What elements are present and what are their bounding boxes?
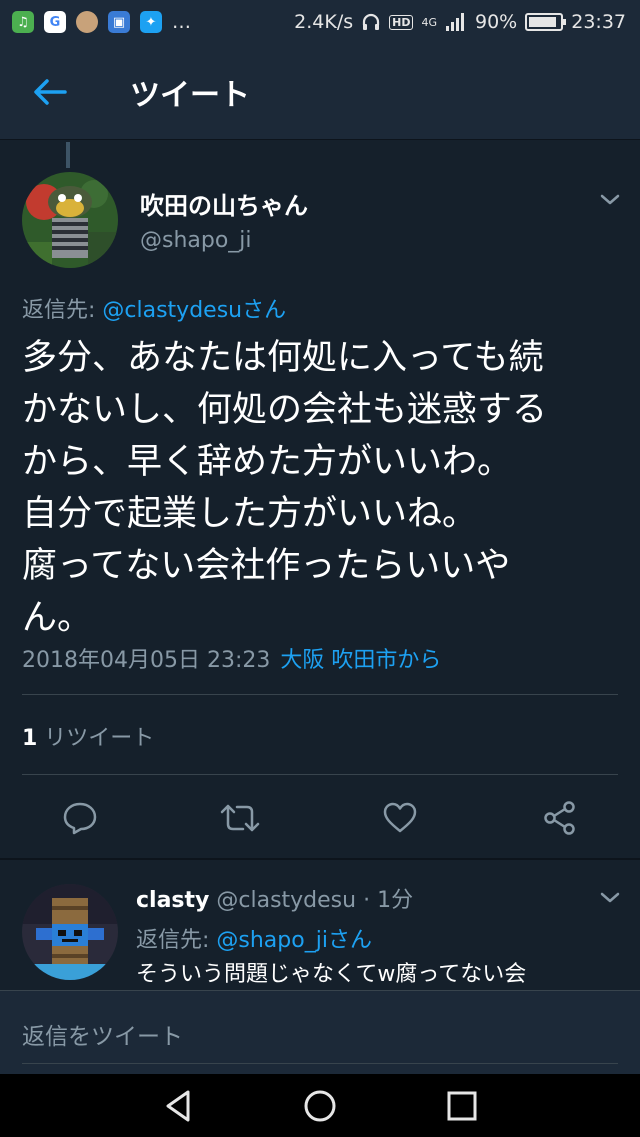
divider: [22, 694, 618, 695]
user-name[interactable]: 吹田の山ちゃん: [140, 186, 308, 221]
avatar[interactable]: [22, 172, 118, 268]
hd-badge: HD: [389, 14, 414, 30]
page-title: ツイート: [130, 77, 250, 113]
headphone-app-icon: ♫: [12, 11, 34, 33]
arrow-left-icon: [34, 78, 67, 105]
reply-icon: [63, 802, 97, 835]
retweet-button[interactable]: [218, 798, 262, 838]
retweet-count: 1: [22, 726, 38, 751]
battery-percent: 90%: [475, 11, 518, 33]
reply-meta: @clastydesu · 1分: [209, 888, 414, 913]
avatar-app-icon: [76, 11, 98, 33]
network-speed: 2.4K/s: [294, 11, 354, 33]
reply-input[interactable]: 返信をツイート: [22, 1017, 183, 1051]
user-handle[interactable]: @shapo_ji: [140, 228, 252, 253]
headset-icon: [363, 13, 380, 30]
share-icon: [544, 801, 575, 835]
chevron-down-icon[interactable]: [596, 190, 624, 210]
navigation-bar: [0, 1074, 640, 1137]
nav-back-icon[interactable]: [158, 1086, 198, 1126]
tweet-location[interactable]: 大阪 吹田市から: [280, 648, 441, 673]
reply-reply-to-prefix: 返信先:: [136, 928, 217, 953]
divider: [22, 774, 618, 775]
reply-user-name[interactable]: clasty: [136, 888, 209, 913]
tweet-datetime: 2018年04月05日 23:23: [22, 648, 271, 673]
reply-text: そういう問題じゃなくてw腐ってない会: [136, 962, 527, 987]
clock: 23:37: [571, 11, 626, 33]
reply-compose-bar: 返信をツイート: [0, 990, 640, 1074]
like-button[interactable]: [378, 798, 422, 838]
chevron-down-icon[interactable]: [596, 888, 624, 908]
signal-icon: [446, 13, 464, 31]
reply-to-mention[interactable]: @clastydesuさん: [102, 298, 286, 323]
gallery-icon: ▣: [108, 11, 130, 33]
nav-recents-icon[interactable]: [442, 1086, 482, 1126]
network-type: 4G: [421, 15, 437, 29]
reply-reply-to: 返信先: @shapo_jiさん: [136, 922, 372, 954]
avatar-image: [22, 172, 118, 268]
tweet-actions: [0, 792, 640, 844]
reply-reply-to-mention[interactable]: @shapo_jiさん: [216, 928, 372, 953]
section-separator: [0, 858, 640, 860]
compose-underline: [22, 1063, 618, 1064]
notification-icons: ♫ G ▣ ✦ …: [12, 11, 191, 33]
retweet-icon: [220, 804, 260, 832]
more-notifications-icon: …: [172, 11, 191, 33]
reply-avatar-image: [22, 884, 118, 980]
status-bar: ♫ G ▣ ✦ … 2.4K/s HD 4G 90% 23:37: [0, 0, 640, 44]
battery-icon: [525, 13, 567, 31]
retweet-label: リツイート: [37, 726, 155, 751]
reply-avatar[interactable]: [22, 884, 118, 980]
retweet-stats[interactable]: 1 リツイート: [22, 720, 154, 752]
reply-to: 返信先: @clastydesuさん: [22, 292, 286, 324]
heart-icon: [383, 802, 417, 833]
tweet-meta: 2018年04月05日 23:23 大阪 吹田市から: [22, 642, 441, 674]
reply-button[interactable]: [58, 798, 102, 838]
twitter-icon: ✦: [140, 11, 162, 33]
back-button[interactable]: [0, 44, 100, 140]
tweet-text: 多分、あなたは何処に入っても続 かないし、何処の会社も迷惑する から、早く辞めた…: [22, 338, 548, 638]
reply-header: clasty @clastydesu · 1分: [136, 882, 413, 914]
google-icon: G: [44, 11, 66, 33]
nav-home-icon[interactable]: [300, 1086, 340, 1126]
reply-to-prefix: 返信先:: [22, 298, 103, 323]
top-app-bar: ツイート: [0, 44, 640, 140]
thread-line: [66, 142, 70, 168]
share-button[interactable]: [538, 798, 582, 838]
